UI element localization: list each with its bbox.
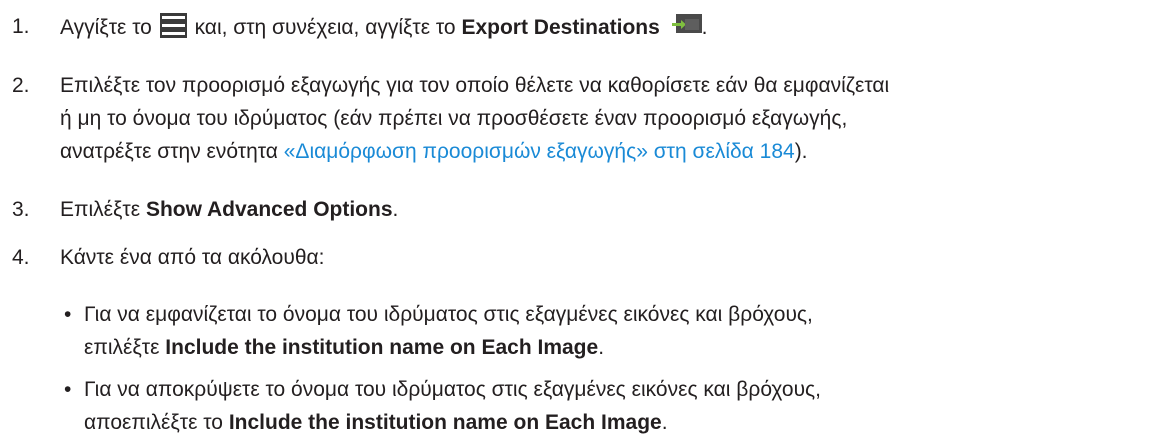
export-destinations-label: Export Destinations [461, 16, 660, 39]
step-number: 1. [12, 15, 30, 38]
bullet-2-line-2: αποεπιλέξτε το Include the institution n… [84, 407, 1154, 438]
export-destinations-icon [671, 14, 702, 33]
bullet-symbol: • [64, 378, 72, 401]
step-3-end: . [392, 198, 399, 221]
step-number: 2. [12, 74, 30, 97]
step-1-end: . [701, 16, 708, 39]
bullet-1-line-2: επιλέξτε Include the institution name on… [84, 332, 1154, 363]
step-number: 3. [12, 198, 30, 221]
step-text: Αγγίξτε το και, στη συνέχεια, αγγίξτε το… [60, 11, 1150, 43]
step-text: Επιλέξτε Show Advanced Options. [60, 194, 1150, 225]
include-institution-name-label: Include the institution name on Each Ima… [228, 411, 662, 434]
step-3-text: Επιλέξτε [60, 198, 141, 221]
bullet-2-line-1: Για να αποκρύψετε το όνομα του ιδρύματος… [84, 378, 822, 401]
section-link[interactable]: «Διαμόρφωση προορισμών εξαγωγής» στη σελ… [284, 140, 795, 163]
step-2-line-3: ανατρέξτε στην ενότητα «Διαμόρφωση προορ… [60, 136, 1150, 167]
step-number: 4. [12, 246, 30, 269]
step-2-line-2: ή μη το όνομα του ιδρύματος (εάν πρέπει … [60, 107, 848, 130]
bullet-2-line-2-pre: αποεπιλέξτε το [84, 411, 223, 434]
bullet-1-line-2-pre: επιλέξτε [84, 336, 160, 359]
step-2-line-3-post: ). [794, 140, 808, 163]
bullet-text: Για να αποκρύψετε το όνομα του ιδρύματος… [84, 374, 1154, 438]
include-institution-name-label: Include the institution name on Each Ima… [165, 336, 599, 359]
step-1-text-b: και, στη συνέχεια, αγγίξτε το [194, 16, 456, 39]
instruction-document: 1. Αγγίξτε το και, στη συνέχεια, αγγίξτε… [0, 0, 1162, 434]
bullet-symbol: • [64, 303, 72, 326]
bullet-2-end: . [661, 411, 668, 434]
step-1-text-a: Αγγίξτε το [60, 16, 152, 39]
menu-icon [159, 13, 187, 38]
step-2-line-3-pre: ανατρέξτε στην ενότητα [60, 140, 278, 163]
show-advanced-options-label: Show Advanced Options [145, 198, 393, 221]
bullet-1-line-1: Για να εμφανίζεται το όνομα του ιδρύματο… [84, 303, 813, 326]
bullet-1-end: . [598, 336, 605, 359]
step-2-line-1: Επιλέξτε τον προορισμό εξαγωγής για τον … [60, 74, 890, 97]
step-text: Κάντε ένα από τα ακόλουθα: [60, 246, 325, 269]
step-text: Επιλέξτε τον προορισμό εξαγωγής για τον … [60, 70, 1150, 167]
bullet-text: Για να εμφανίζεται το όνομα του ιδρύματο… [84, 299, 1154, 363]
